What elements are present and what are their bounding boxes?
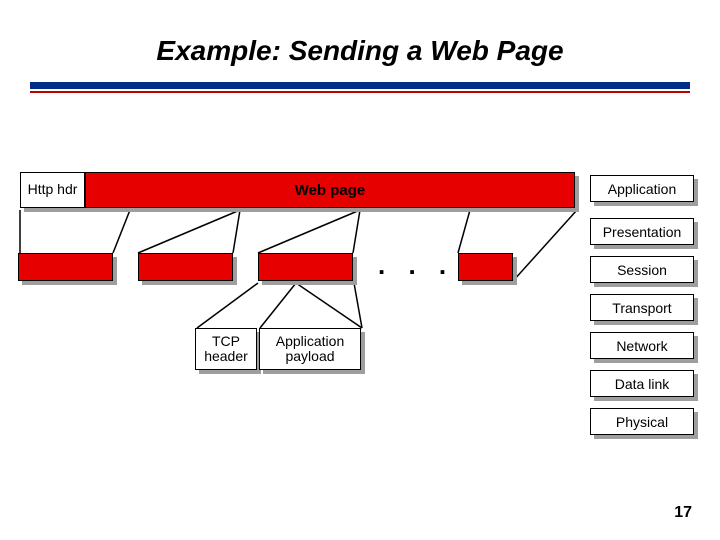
slide-title: Example: Sending a Web Page (0, 35, 720, 67)
layer-transport: Transport (590, 294, 694, 321)
title-rule-blue (30, 82, 690, 89)
ellipsis: . . . (378, 250, 454, 281)
layer-presentation: Presentation (590, 218, 694, 245)
layer-physical: Physical (590, 408, 694, 435)
web-page-label: Web page (85, 172, 575, 208)
segment-4 (458, 253, 513, 281)
web-page-box: Web page (85, 172, 575, 208)
layer-session-label: Session (590, 256, 694, 283)
layer-network: Network (590, 332, 694, 359)
layer-datalink: Data link (590, 370, 694, 397)
tcp-header-label: TCP header (195, 328, 257, 370)
layer-network-label: Network (590, 332, 694, 359)
segment-3 (258, 253, 353, 281)
layer-physical-label: Physical (590, 408, 694, 435)
segment-2 (138, 253, 233, 281)
http-header-label: Http hdr (20, 172, 85, 208)
layer-presentation-label: Presentation (590, 218, 694, 245)
segment-1 (18, 253, 113, 281)
http-header-box: Http hdr (20, 172, 85, 208)
app-payload-label: Application payload (259, 328, 361, 370)
tcp-header-box: TCP header (195, 328, 257, 370)
layer-session: Session (590, 256, 694, 283)
layer-application: Application (590, 175, 694, 202)
title-rule-red (30, 91, 690, 93)
layer-datalink-label: Data link (590, 370, 694, 397)
page-number: 17 (674, 504, 692, 522)
layer-application-label: Application (590, 175, 694, 202)
layer-transport-label: Transport (590, 294, 694, 321)
app-payload-box: Application payload (259, 328, 361, 370)
